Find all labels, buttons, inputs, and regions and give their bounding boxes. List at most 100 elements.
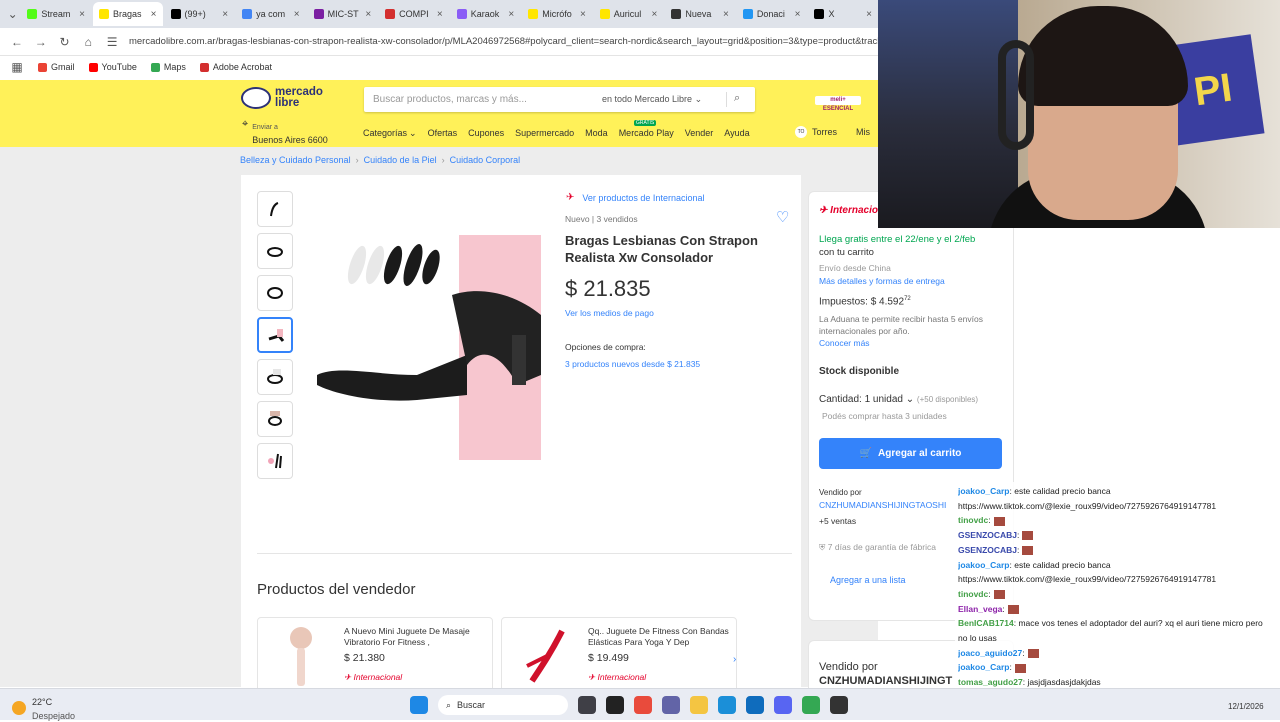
edge-icon[interactable]: [718, 696, 736, 714]
close-icon[interactable]: ×: [222, 9, 228, 20]
close-icon[interactable]: ×: [795, 9, 801, 20]
breadcrumb-link[interactable]: Cuidado de la Piel: [364, 155, 437, 165]
bookmark[interactable]: Gmail: [38, 62, 75, 72]
product-main-image[interactable]: [317, 235, 541, 475]
close-icon[interactable]: ×: [365, 9, 371, 20]
browser-tab[interactable]: Karaok ×: [451, 2, 521, 26]
add-to-list-link[interactable]: Agregar a una lista: [808, 563, 958, 599]
thumbnail-7[interactable]: [257, 443, 293, 479]
close-icon[interactable]: ×: [723, 9, 729, 20]
tab-label: Nueva: [685, 9, 712, 19]
favorite-heart-icon[interactable]: ♡: [776, 208, 789, 226]
browser-tab[interactable]: Stream ×: [21, 2, 91, 26]
browser-tab[interactable]: ya com ×: [236, 2, 306, 26]
seller-product-card-1[interactable]: A Nuevo Mini Juguete De Masaje Vibratori…: [257, 617, 493, 697]
nav-item[interactable]: Supermercado: [515, 128, 574, 139]
intl-store-link[interactable]: ✈ Ver productos de Internacional: [566, 192, 704, 203]
discord-icon[interactable]: [774, 696, 792, 714]
bookmark[interactable]: Adobe Acrobat: [199, 62, 272, 72]
reload-icon[interactable]: ↻: [58, 35, 72, 49]
search-divider: [726, 92, 727, 107]
close-icon[interactable]: ×: [437, 9, 443, 20]
app-icon[interactable]: [606, 696, 624, 714]
more-details-link[interactable]: Más detalles y formas de entrega: [819, 276, 945, 286]
browser-tab[interactable]: Bragas ×: [92, 2, 163, 26]
purchase-options-link[interactable]: 3 productos nuevos desde $ 21.835: [565, 359, 700, 369]
task-view-icon[interactable]: [578, 696, 596, 714]
seller-product-card-2[interactable]: Qq.. Juguete De Fitness Con Bandas Elást…: [501, 617, 737, 697]
url-field[interactable]: mercadolibre.com.ar/bragas-lesbianas-con…: [129, 36, 878, 47]
file-explorer-icon[interactable]: [690, 696, 708, 714]
forward-icon[interactable]: →: [34, 35, 48, 49]
handshake-icon: [241, 87, 271, 109]
thumbnail-4[interactable]: [257, 317, 293, 353]
quantity-select[interactable]: Cantidad: 1 unidad ⌄ (+50 disponibles): [819, 394, 978, 405]
breadcrumb-link[interactable]: Belleza y Cuidado Personal: [240, 155, 351, 165]
windows-start-icon[interactable]: [410, 696, 428, 714]
close-icon[interactable]: ×: [79, 9, 85, 20]
learn-more-link[interactable]: Conocer más: [819, 338, 870, 348]
teams-icon[interactable]: [662, 696, 680, 714]
meli-plus-badge[interactable]: meli+ ESENCIAL: [815, 96, 861, 112]
chat-text: : jasjdjasdasjdakjdas: [1022, 677, 1101, 688]
browser-tab[interactable]: Micrófo ×: [522, 2, 592, 26]
apps-icon[interactable]: ▦: [10, 60, 24, 74]
nav-item[interactable]: Vender: [685, 128, 714, 139]
search-scope-select[interactable]: en todo Mercado Libre ⌄: [602, 94, 702, 105]
back-icon[interactable]: ←: [10, 35, 24, 49]
search-box[interactable]: Buscar productos, marcas y más... en tod…: [364, 87, 755, 112]
search-icon[interactable]: ⌕: [734, 92, 740, 105]
nav-item[interactable]: Mercado Play: [619, 128, 674, 139]
thumbnail-6[interactable]: [257, 401, 293, 437]
store-icon[interactable]: [746, 696, 764, 714]
browser-tab[interactable]: Auricul ×: [594, 2, 664, 26]
close-icon[interactable]: ×: [652, 9, 658, 20]
close-icon[interactable]: ×: [580, 9, 586, 20]
chat-text: :: [1017, 530, 1020, 541]
shipping-location[interactable]: ⌖ Enviar a Buenos Aires 6600: [242, 118, 328, 146]
tab-list-icon[interactable]: ⌄: [6, 7, 19, 21]
search-icon: ⌕: [446, 699, 452, 710]
carousel-next-icon[interactable]: ›: [733, 654, 736, 665]
mercadolibre-logo[interactable]: mercado libre: [241, 86, 323, 109]
browser-tab[interactable]: MIC-ST ×: [308, 2, 378, 26]
my-purchases-link[interactable]: Mis: [856, 127, 870, 137]
chat-text: :: [1022, 647, 1025, 658]
chat-message: GSENZOCABJ:: [958, 529, 1278, 542]
close-icon[interactable]: ×: [866, 9, 872, 20]
nav-item[interactable]: Cupones: [468, 128, 504, 139]
browser-tab[interactable]: (99+) ×: [165, 2, 235, 26]
chrome-icon[interactable]: [802, 696, 820, 714]
nav-item[interactable]: Categorías: [363, 128, 407, 139]
nav-item[interactable]: Moda: [585, 128, 608, 139]
thumbnail-1[interactable]: [257, 191, 293, 227]
browser-tab[interactable]: Nueva ×: [665, 2, 735, 26]
seller-link[interactable]: CNZHUMADIANSHIJINGTAOSHI: [819, 500, 959, 510]
search-input[interactable]: Buscar productos, marcas y más...: [373, 94, 527, 105]
taskbar-search[interactable]: ⌕ Buscar: [438, 695, 568, 715]
nav-item[interactable]: Ofertas: [428, 128, 458, 139]
add-to-cart-button[interactable]: 🛒 Agregar al carrito: [819, 438, 1002, 469]
chat-text: https://www.tiktok.com/@lexie_roux99/vid…: [958, 574, 1217, 585]
browser-tab[interactable]: Donaci ×: [737, 2, 807, 26]
thumbnail-2[interactable]: [257, 233, 293, 269]
thumb-image: [267, 287, 283, 299]
site-info-icon[interactable]: ☰: [105, 35, 119, 49]
close-icon[interactable]: ×: [151, 9, 157, 20]
close-icon[interactable]: ×: [294, 9, 300, 20]
copilot-icon[interactable]: [634, 696, 652, 714]
home-icon[interactable]: ⌂: [81, 35, 95, 49]
obs-icon[interactable]: [830, 696, 848, 714]
browser-tab[interactable]: COMPI ×: [379, 2, 449, 26]
payment-methods-link[interactable]: Ver los medios de pago: [565, 308, 654, 318]
breadcrumb-link[interactable]: Cuidado Corporal: [450, 155, 521, 165]
browser-tab[interactable]: X ×: [808, 2, 878, 26]
nav-item[interactable]: Ayuda: [724, 128, 749, 139]
thumbnail-5[interactable]: [257, 359, 293, 395]
bookmark[interactable]: YouTube: [88, 62, 137, 72]
thumbnail-3[interactable]: [257, 275, 293, 311]
close-icon[interactable]: ×: [508, 9, 514, 20]
weather-widget[interactable]: 22°C Despejado: [12, 694, 75, 722]
user-menu[interactable]: TO Torres Mis: [795, 126, 870, 138]
bookmark[interactable]: Maps: [150, 62, 186, 72]
